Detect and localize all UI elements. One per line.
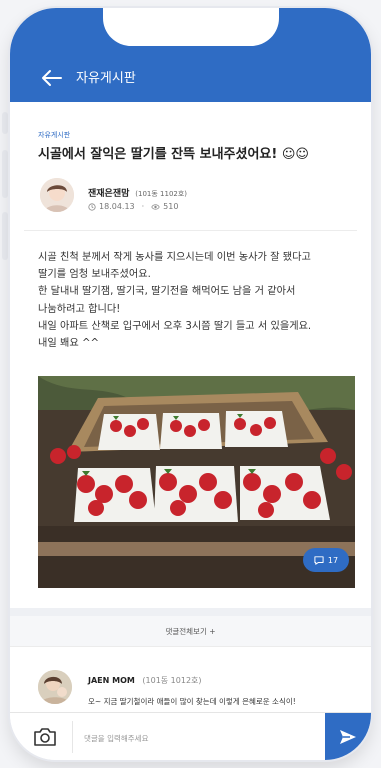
post-views: 510 [163, 202, 179, 211]
post-meta: 18.04.13 · 510 [88, 202, 178, 211]
commenter-name: JAEN MOM [88, 676, 135, 685]
side-button-volume-down [2, 212, 8, 260]
camera-icon [34, 728, 56, 746]
speech-bubble-icon [314, 555, 324, 565]
back-arrow-icon [42, 70, 62, 86]
post-title: 시골에서 잘익은 딸기를 잔뜩 보내주셨어요! ☺☺ [38, 147, 309, 162]
author-unit: (101동 1102호) [135, 190, 188, 198]
divider [10, 646, 371, 647]
commenter-unit: (101동 1012호) [142, 676, 202, 685]
commenter-avatar[interactable] [38, 670, 72, 704]
author-name: 잰재은잰맘 [88, 189, 130, 199]
view-all-comments-button[interactable]: 댓글전체보기 + [10, 616, 371, 646]
post-author: 잰재은잰맘 (101동 1102호) [88, 186, 187, 199]
app-header: 자유게시판 [10, 8, 371, 102]
camera-button[interactable] [32, 726, 58, 748]
divider [24, 230, 357, 231]
send-icon [340, 730, 356, 744]
clock-icon [88, 202, 96, 211]
back-button[interactable] [40, 66, 64, 90]
post-date: 18.04.13 [99, 202, 135, 211]
eye-icon [151, 203, 160, 210]
side-button-volume-up [2, 150, 8, 198]
comment-input[interactable] [82, 727, 316, 749]
post-category: 자유게시판 [38, 131, 71, 139]
post-body: 시골 친척 분께서 작게 농사를 지으시는데 이번 농사가 잘 됐다고 딸기를 … [38, 252, 312, 350]
send-button[interactable] [325, 713, 371, 760]
side-button-mute [2, 112, 8, 134]
phone-frame: 자유게시판 자유게시판 시골에서 잘익은 딸기를 잔뜩 보내주셨어요! ☺☺ 잰… [10, 8, 371, 760]
meta-separator: · [141, 202, 145, 211]
phone-notch [103, 8, 279, 46]
header-title: 자유게시판 [76, 71, 136, 86]
comment-count-badge[interactable]: 17 [303, 548, 349, 572]
input-divider [72, 721, 73, 753]
comment-input-bar [10, 712, 371, 760]
comment-text: 오~ 지금 딸기철이라 애들이 많이 찾는데 이렇게 은혜로운 소식이! [88, 697, 296, 706]
comment-count: 17 [327, 555, 339, 565]
section-separator [10, 608, 371, 616]
comment-author: JAEN MOM (101동 1012호) [88, 675, 202, 686]
author-avatar[interactable] [40, 178, 74, 212]
